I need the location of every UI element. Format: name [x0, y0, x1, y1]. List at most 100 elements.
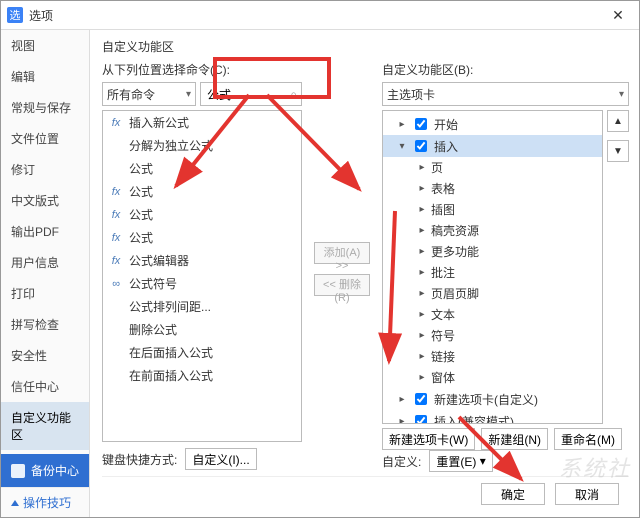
expand-icon: ▸	[417, 183, 427, 194]
sidebar-item[interactable]: 常规与保存	[1, 92, 89, 123]
command-icon	[109, 323, 123, 337]
tree-checkbox[interactable]	[415, 415, 427, 424]
rename-button[interactable]: 重命名(M)	[554, 428, 622, 450]
command-label: 公式	[129, 183, 153, 200]
sidebar-item[interactable]: 信任中心	[1, 371, 89, 402]
collapse-icon: ▾	[397, 141, 407, 152]
ribbon-scope-combo[interactable]: 主选项卡 ▾	[382, 82, 629, 106]
tree-label: 表格	[431, 180, 455, 197]
sidebar-item[interactable]: 输出PDF	[1, 216, 89, 247]
new-group-button[interactable]: 新建组(N)	[481, 428, 548, 450]
move-down-button[interactable]: ▼	[607, 140, 629, 162]
command-icon	[109, 162, 123, 176]
tree-label: 文本	[431, 306, 455, 323]
chevron-down-icon: ▾	[480, 454, 486, 468]
backup-label: 备份中心	[31, 462, 79, 479]
remove-command-button[interactable]: << 删除(R)	[314, 274, 370, 296]
command-item[interactable]: fx插入新公式	[103, 111, 301, 134]
sidebar-item[interactable]: 修订	[1, 154, 89, 185]
tree-label: 开始	[434, 116, 458, 133]
sidebar-item[interactable]: 安全性	[1, 340, 89, 371]
close-icon[interactable]: ✕	[603, 7, 633, 24]
commands-search[interactable]: ⌕	[200, 82, 302, 106]
tree-node[interactable]: ▸文本	[383, 304, 602, 325]
tree-node[interactable]: ▸稿壳资源	[383, 220, 602, 241]
tree-node[interactable]: ▾插入	[383, 135, 602, 157]
sidebar-item[interactable]: 打印	[1, 278, 89, 309]
tree-node[interactable]: ▸窗体	[383, 367, 602, 388]
tree-node[interactable]: ▸插入(兼容模式)	[383, 410, 602, 424]
sidebar-item[interactable]: 中文版式	[1, 185, 89, 216]
command-item[interactable]: fx公式编辑器	[103, 249, 301, 272]
command-item[interactable]: 分解为独立公式	[103, 134, 301, 157]
command-label: 在前面插入公式	[129, 367, 213, 384]
command-item[interactable]: fx公式	[103, 203, 301, 226]
tree-label: 批注	[431, 264, 455, 281]
commands-search-input[interactable]	[205, 86, 273, 102]
expand-icon: ▸	[417, 351, 427, 362]
tree-node[interactable]: ▸ 新建选项卡(自定义)	[383, 388, 602, 410]
commands-category-combo[interactable]: 所有命令 ▾	[102, 82, 196, 106]
tree-node[interactable]: ▸链接	[383, 346, 602, 367]
tree-node[interactable]: ▸插图	[383, 199, 602, 220]
command-item[interactable]: 删除公式	[103, 318, 301, 341]
command-label: 分解为独立公式	[129, 137, 213, 154]
backup-center-button[interactable]: 备份中心	[1, 454, 89, 487]
commands-list[interactable]: fx插入新公式分解为独立公式公式fx公式fx公式fx公式fx公式编辑器∞公式符号…	[102, 110, 302, 442]
kb-shortcut-label: 键盘快捷方式:	[102, 451, 177, 468]
reset-button[interactable]: 重置(E) ▾	[429, 450, 492, 472]
sidebar-item[interactable]: 拼写检查	[1, 309, 89, 340]
command-item[interactable]: fx 公式	[103, 180, 301, 203]
command-label: 在后面插入公式	[129, 344, 213, 361]
sidebar-item[interactable]: 自定义功能区	[1, 402, 89, 450]
tree-checkbox[interactable]	[415, 393, 427, 405]
tree-node[interactable]: ▸更多功能	[383, 241, 602, 262]
watermark: 系统社	[559, 451, 631, 483]
command-item[interactable]: ∞公式符号	[103, 272, 301, 295]
command-label: 公式	[129, 229, 153, 246]
command-item[interactable]: 公式排列间距...	[103, 295, 301, 318]
sidebar: 视图编辑常规与保存文件位置修订中文版式输出PDF用户信息打印拼写检查安全性信任中…	[1, 30, 90, 517]
command-icon: fx	[109, 185, 123, 199]
move-up-button[interactable]: ▲	[607, 110, 629, 132]
kb-customize-button[interactable]: 自定义(I)...	[185, 448, 256, 470]
add-command-button[interactable]: 添加(A) >>	[314, 242, 370, 264]
tips-label: 操作技巧	[23, 494, 71, 511]
sidebar-item[interactable]: 文件位置	[1, 123, 89, 154]
cancel-button[interactable]: 取消	[555, 483, 619, 505]
command-icon: fx	[109, 254, 123, 268]
customize-label: 自定义:	[382, 453, 421, 470]
chevron-down-icon: ▾	[186, 89, 191, 100]
expand-icon: ▸	[417, 330, 427, 341]
tree-label: 新建选项卡(自定义)	[434, 391, 538, 408]
ok-button[interactable]: 确定	[481, 483, 545, 505]
command-item[interactable]: 公式	[103, 157, 301, 180]
sidebar-item[interactable]: 编辑	[1, 61, 89, 92]
command-item[interactable]: fx公式	[103, 226, 301, 249]
tree-node[interactable]: ▸页	[383, 157, 602, 178]
tree-checkbox[interactable]	[415, 140, 427, 152]
tree-label: 页眉页脚	[431, 285, 479, 302]
tree-node[interactable]: ▸开始	[383, 113, 602, 135]
window-title: 选项	[29, 7, 603, 24]
ribbon-tree[interactable]: ▸开始▾插入▸页▸表格▸插图▸稿壳资源▸更多功能▸批注▸页眉页脚▸文本▸符号▸链…	[382, 110, 603, 424]
tree-node[interactable]: ▸ 表格	[383, 178, 602, 199]
expand-icon: ▸	[397, 394, 407, 405]
command-icon	[109, 369, 123, 383]
sidebar-item[interactable]: 用户信息	[1, 247, 89, 278]
command-icon	[109, 139, 123, 153]
app-logo: 选	[7, 7, 23, 23]
tree-node[interactable]: ▸符号	[383, 325, 602, 346]
sidebar-item[interactable]: 视图	[1, 30, 89, 61]
command-item[interactable]: 在前面插入公式	[103, 364, 301, 387]
tree-checkbox[interactable]	[415, 118, 427, 130]
tree-node[interactable]: ▸页眉页脚	[383, 283, 602, 304]
tree-node[interactable]: ▸批注	[383, 262, 602, 283]
search-icon: ⌕	[290, 87, 297, 102]
tree-label: 页	[431, 159, 443, 176]
command-item[interactable]: 在后面插入公式	[103, 341, 301, 364]
tips-link[interactable]: 操作技巧	[1, 487, 89, 517]
command-label: 删除公式	[129, 321, 177, 338]
new-tab-button[interactable]: 新建选项卡(W)	[382, 428, 475, 450]
expand-icon: ▸	[417, 372, 427, 383]
